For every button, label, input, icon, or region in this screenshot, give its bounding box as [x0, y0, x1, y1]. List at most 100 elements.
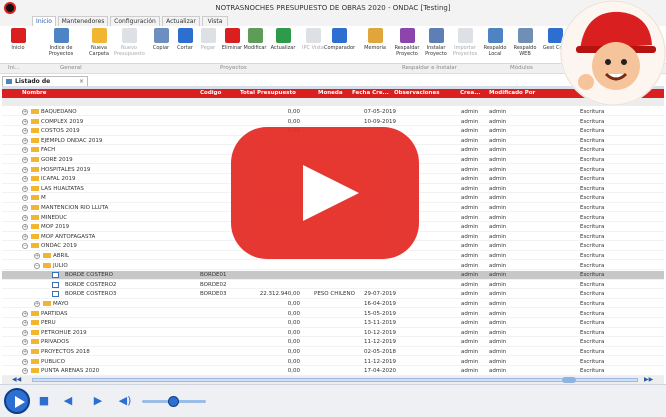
- column-header-moneda[interactable]: Moneda: [318, 90, 343, 96]
- volume-icon[interactable]: ◀): [116, 395, 134, 407]
- cell-creador: admin: [461, 137, 479, 144]
- expand-icon[interactable]: +: [22, 185, 28, 192]
- close-icon[interactable]: ×: [79, 77, 84, 86]
- expand-icon[interactable]: +: [22, 329, 28, 336]
- expand-icon[interactable]: +: [22, 128, 28, 135]
- collapse-icon[interactable]: −: [22, 243, 28, 250]
- stop-icon[interactable]: ■: [38, 395, 50, 407]
- table-row[interactable]: BORDE COSTERO3 BORDE03 22.312.940,00 PESO C…: [2, 290, 664, 299]
- play-button[interactable]: [4, 388, 30, 414]
- table-row[interactable]: + PERU 0,00 13-11-2019 admin admin Escritura: [2, 319, 664, 328]
- expand-icon[interactable]: +: [22, 320, 28, 327]
- horizontal-scrollbar[interactable]: ◀◀ ▶▶: [2, 376, 664, 384]
- expand-icon[interactable]: +: [34, 253, 40, 259]
- expand-icon[interactable]: +: [22, 109, 28, 115]
- ribbon-button-1[interactable]: Indice de Proyectos: [46, 28, 76, 62]
- ribbon-button-9[interactable]: Actualizar: [268, 28, 298, 62]
- ribbon-button-15[interactable]: Importar Proyectos: [450, 28, 480, 62]
- ribbon-button-8[interactable]: Modificar: [240, 28, 270, 62]
- cell-modificado: admin: [489, 185, 507, 192]
- cell-acceso: Escritura: [580, 128, 605, 135]
- youtube-play-icon[interactable]: [231, 127, 419, 259]
- cell-nombre: LAS HUALTATAS: [41, 185, 84, 192]
- cell-modificado: admin: [489, 205, 507, 211]
- expand-icon[interactable]: +: [22, 195, 28, 202]
- ribbon-button-13[interactable]: Respaldar Proyecto: [392, 28, 422, 62]
- table-row[interactable]: + COMPLEX 2019 0,00 10-09-2019 admin admin Esc…: [2, 118, 664, 126]
- cell-modificado: admin: [489, 166, 507, 173]
- cell-creador: admin: [461, 195, 479, 202]
- table-row[interactable]: + PROYECTOS 2018 0,00 02-05-2018 admin admin E…: [2, 348, 664, 357]
- table-row[interactable]: + PARTIDAS 0,00 15-05-2019 admin admin Escritu…: [2, 310, 664, 318]
- ribbon-button-12[interactable]: Memoria: [360, 28, 390, 62]
- table-row[interactable]: + PUNTA ARENAS 2020 0,00 17-04-2020 admin adm…: [2, 367, 664, 376]
- cell-total: 22.312.940,00: [259, 291, 300, 298]
- table-row[interactable]: + PETROHUE 2019 0,00 10-12-2019 admin admin Es…: [2, 329, 664, 338]
- tab-actualizar[interactable]: Actualizar: [162, 16, 200, 26]
- column-header-fecha[interactable]: Fecha Cre...: [352, 90, 389, 96]
- cell-modificado: admin: [489, 214, 507, 221]
- expand-icon[interactable]: +: [22, 137, 28, 144]
- volume-knob[interactable]: [168, 396, 179, 407]
- expand-icon[interactable]: +: [22, 368, 28, 375]
- next-icon[interactable]: ▶: [92, 395, 104, 407]
- ribbon-button-14[interactable]: Instalar Proyecto: [421, 28, 451, 62]
- group-label-inicio: Ini...: [8, 65, 20, 71]
- collapse-icon[interactable]: −: [34, 262, 40, 269]
- tab-configuracion[interactable]: Configuración: [110, 16, 160, 26]
- column-header-creador[interactable]: Crea...: [460, 90, 480, 96]
- scroll-thumb[interactable]: [562, 377, 576, 383]
- cell-acceso: Escritura: [580, 358, 605, 365]
- column-header-modificado[interactable]: Modificado Por: [489, 90, 535, 96]
- table-row[interactable]: + BAQUEDANO 0,00 07-05-2019 admin admin Escrit…: [2, 108, 664, 117]
- ribbon-button-11[interactable]: Comparador: [324, 28, 355, 62]
- expand-icon[interactable]: +: [22, 157, 28, 163]
- ribbon-button-2[interactable]: Nueva Carpeta: [84, 28, 114, 62]
- scroll-right-icon[interactable]: ▶▶: [644, 376, 653, 383]
- scroll-track[interactable]: [32, 378, 638, 382]
- table-row[interactable]: + PUBLICO 0,00 11-12-2019 admin admin Escritur…: [2, 358, 664, 366]
- expand-icon[interactable]: +: [34, 301, 40, 307]
- table-row[interactable]: + MAYO 0,00 16-04-2019 admin admin Escritura: [2, 300, 664, 309]
- scroll-left-icon[interactable]: ◀◀: [12, 376, 21, 383]
- expand-icon[interactable]: +: [22, 166, 28, 173]
- column-header-codigo[interactable]: Codigo: [200, 90, 221, 96]
- cell-acceso: Escritura: [580, 291, 605, 298]
- cell-modificado: admin: [489, 128, 507, 135]
- expand-icon[interactable]: +: [22, 147, 28, 154]
- tab-vista[interactable]: Vista: [202, 16, 228, 26]
- table-row[interactable]: BORDE COSTERO BORDE01 admin admin Escritura: [2, 271, 664, 280]
- expand-icon[interactable]: +: [22, 349, 28, 355]
- expand-icon[interactable]: +: [22, 310, 28, 317]
- ribbon-button-3[interactable]: Nuevo Presupuesto: [114, 28, 145, 62]
- ribbon-button-0[interactable]: Inicio: [3, 28, 33, 62]
- expand-icon[interactable]: +: [22, 358, 28, 365]
- index-icon: [53, 28, 69, 43]
- tab-mantenedores[interactable]: Mantenedores: [58, 16, 108, 26]
- document-tab[interactable]: Listado de Presupuestos ×: [2, 76, 88, 94]
- tab-inicio[interactable]: Inicio: [32, 16, 56, 26]
- expand-icon[interactable]: +: [22, 233, 28, 240]
- expand-icon[interactable]: +: [22, 224, 28, 231]
- app-logo[interactable]: [4, 2, 16, 14]
- ribbon-button-label: Indice de Proyectos: [48, 45, 74, 57]
- expand-icon[interactable]: +: [22, 176, 28, 183]
- budget-document-icon: [52, 272, 59, 279]
- column-header-observaciones[interactable]: Observaciones: [394, 90, 439, 96]
- table-row[interactable]: + PRIVADOS 0,00 11-12-2019 admin admin Escritu…: [2, 338, 664, 347]
- grid-filter-row[interactable]: [2, 98, 664, 106]
- expand-icon[interactable]: +: [22, 339, 28, 346]
- expand-icon[interactable]: +: [22, 214, 28, 221]
- cell-acceso: Escritura: [580, 224, 605, 231]
- cell-acceso: Escritura: [580, 349, 605, 355]
- previous-icon[interactable]: ◀: [62, 395, 74, 407]
- ribbon-button-16[interactable]: Respaldo Local: [480, 28, 510, 62]
- expand-icon[interactable]: +: [22, 118, 28, 125]
- expand-icon[interactable]: +: [22, 205, 28, 211]
- cell-acceso: Escritura: [580, 157, 605, 163]
- column-header-nombre[interactable]: Nombre: [22, 90, 47, 96]
- column-header-total[interactable]: Total Presupuesto: [240, 90, 296, 96]
- table-row[interactable]: BORDE COSTERO2 BORDE02 admin admin Escritura: [2, 281, 664, 290]
- ribbon-button-17[interactable]: Respaldo WEB: [510, 28, 540, 62]
- table-row[interactable]: − JULIO admin admin Escritura: [2, 262, 664, 270]
